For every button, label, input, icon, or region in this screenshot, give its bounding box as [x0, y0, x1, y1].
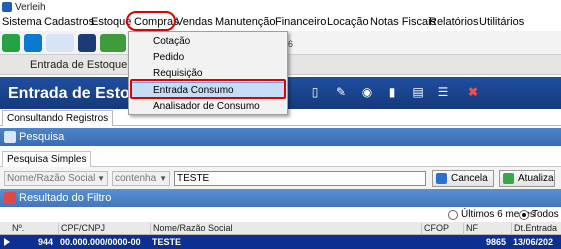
- column-header-nome[interactable]: Nome/Razão Social: [150, 223, 233, 235]
- refresh-icon: [503, 173, 514, 184]
- cancel-button[interactable]: Cancela: [432, 170, 494, 187]
- radio-indicator: [448, 209, 458, 220]
- filter-row: Nome/Razão Social ▼ contenha ▼ TESTE Can…: [0, 167, 561, 189]
- menu-notas-fiscais[interactable]: Notas Fiscais: [370, 16, 436, 28]
- view-eye-icon[interactable]: ◉: [360, 85, 374, 99]
- cell-cpf: 00.000.000/0000-00: [60, 237, 141, 247]
- table-row[interactable]: 944 00.000.000/0000-00 TESTE 9865 13/06/…: [0, 235, 561, 249]
- column-header-num[interactable]: Nº.: [10, 223, 24, 235]
- radio-all-label: Todos: [532, 209, 559, 220]
- cancel-button-label: Cancela: [451, 173, 488, 184]
- column-header-dt-entrada[interactable]: Dt.Entrada: [511, 223, 557, 235]
- new-document-icon[interactable]: ▯: [308, 85, 322, 99]
- pesquisa-subtabs: Pesquisa Simples: [0, 150, 561, 167]
- search-icon: [436, 173, 447, 184]
- menu-item-cotacao[interactable]: Cotação: [153, 36, 190, 47]
- whatsapp-icon[interactable]: [2, 34, 20, 52]
- list-menu-icon[interactable]: ☰: [436, 85, 450, 99]
- print-icon[interactable]: ▤: [411, 85, 425, 99]
- column-header-nf[interactable]: NF: [463, 223, 478, 235]
- radio-indicator-selected: [519, 209, 529, 220]
- menu-item-pedido[interactable]: Pedido: [153, 52, 184, 63]
- pesquisa-title: Pesquisa: [19, 131, 65, 143]
- edit-pencil-icon[interactable]: ✎: [334, 85, 348, 99]
- menu-item-analisador-consumo[interactable]: Analisador de Consumo: [153, 101, 260, 112]
- menu-sistema[interactable]: Sistema: [2, 16, 42, 28]
- money-icon[interactable]: [100, 34, 126, 52]
- teamviewer-icon[interactable]: [24, 34, 42, 52]
- close-icon[interactable]: ✖: [466, 85, 480, 99]
- menu-bar: Sistema Cadastros Estoque Compras Vendas…: [0, 14, 561, 31]
- d-and-o-icon[interactable]: [46, 34, 74, 52]
- column-header-cpf[interactable]: CPF/CNPJ: [58, 223, 105, 235]
- cell-nf: 9865: [486, 237, 507, 247]
- window-title: Verleih: [15, 1, 46, 13]
- title-bar: Verleih: [0, 0, 561, 14]
- cell-num: 944: [38, 237, 54, 247]
- filter-icon: [4, 192, 16, 204]
- cell-nome: TESTE: [152, 237, 182, 247]
- field-select-value: Nome/Razão Social: [7, 173, 96, 184]
- menu-manutencao[interactable]: Manutenção: [215, 16, 276, 28]
- tab-pesquisa-simples[interactable]: Pesquisa Simples: [2, 151, 92, 167]
- resultado-bar: Resultado do Filtro: [0, 189, 561, 207]
- column-header-cfop[interactable]: CFOP: [421, 223, 449, 235]
- field-select[interactable]: Nome/Razão Social ▼: [4, 171, 108, 186]
- annotation-box-entrada-consumo: [130, 79, 286, 99]
- pesquisa-bar: Pesquisa: [0, 128, 561, 146]
- resultado-title: Resultado do Filtro: [19, 192, 112, 204]
- shortcut-icon[interactable]: [78, 34, 96, 52]
- app-icon: [2, 2, 12, 12]
- cell-dt-entrada: 13/06/202: [513, 237, 554, 247]
- menu-cadastros[interactable]: Cadastros: [44, 16, 94, 28]
- refresh-button-label: Atualiza: [518, 173, 554, 184]
- radio-all[interactable]: Todos: [519, 209, 559, 220]
- annotation-circle-compras: [126, 11, 176, 31]
- chevron-down-icon: ▼: [97, 174, 105, 183]
- refresh-button[interactable]: Atualiza: [499, 170, 555, 187]
- chevron-down-icon: ▼: [159, 174, 167, 183]
- search-input[interactable]: TESTE: [174, 171, 426, 186]
- tab-consultando-registros[interactable]: Consultando Registros: [2, 110, 114, 126]
- menu-locacao[interactable]: Locação: [327, 16, 369, 28]
- row-selector-icon: [4, 238, 10, 246]
- toolbar-partial-text: 6: [288, 39, 294, 49]
- menu-vendas[interactable]: Vendas: [176, 16, 213, 28]
- period-radio-group: Últimos 6 meses Todos: [0, 207, 561, 222]
- operator-select-value: contenha: [115, 173, 157, 184]
- operator-select[interactable]: contenha ▼: [112, 171, 170, 186]
- menu-utilitarios[interactable]: Utilitários: [479, 16, 524, 28]
- delete-trash-icon[interactable]: ▮: [385, 85, 399, 99]
- menu-relatorios[interactable]: Relatórios: [429, 16, 479, 28]
- menu-item-requisicao[interactable]: Requisição: [153, 68, 202, 79]
- grid-header: Nº. CPF/CNPJ Nome/Razão Social CFOP NF D…: [0, 222, 561, 235]
- search-icon: [4, 131, 16, 143]
- compras-dropdown-menu: Cotação Pedido Requisição Entrada Consum…: [128, 31, 288, 115]
- menu-financeiro[interactable]: Financeiro: [275, 16, 326, 28]
